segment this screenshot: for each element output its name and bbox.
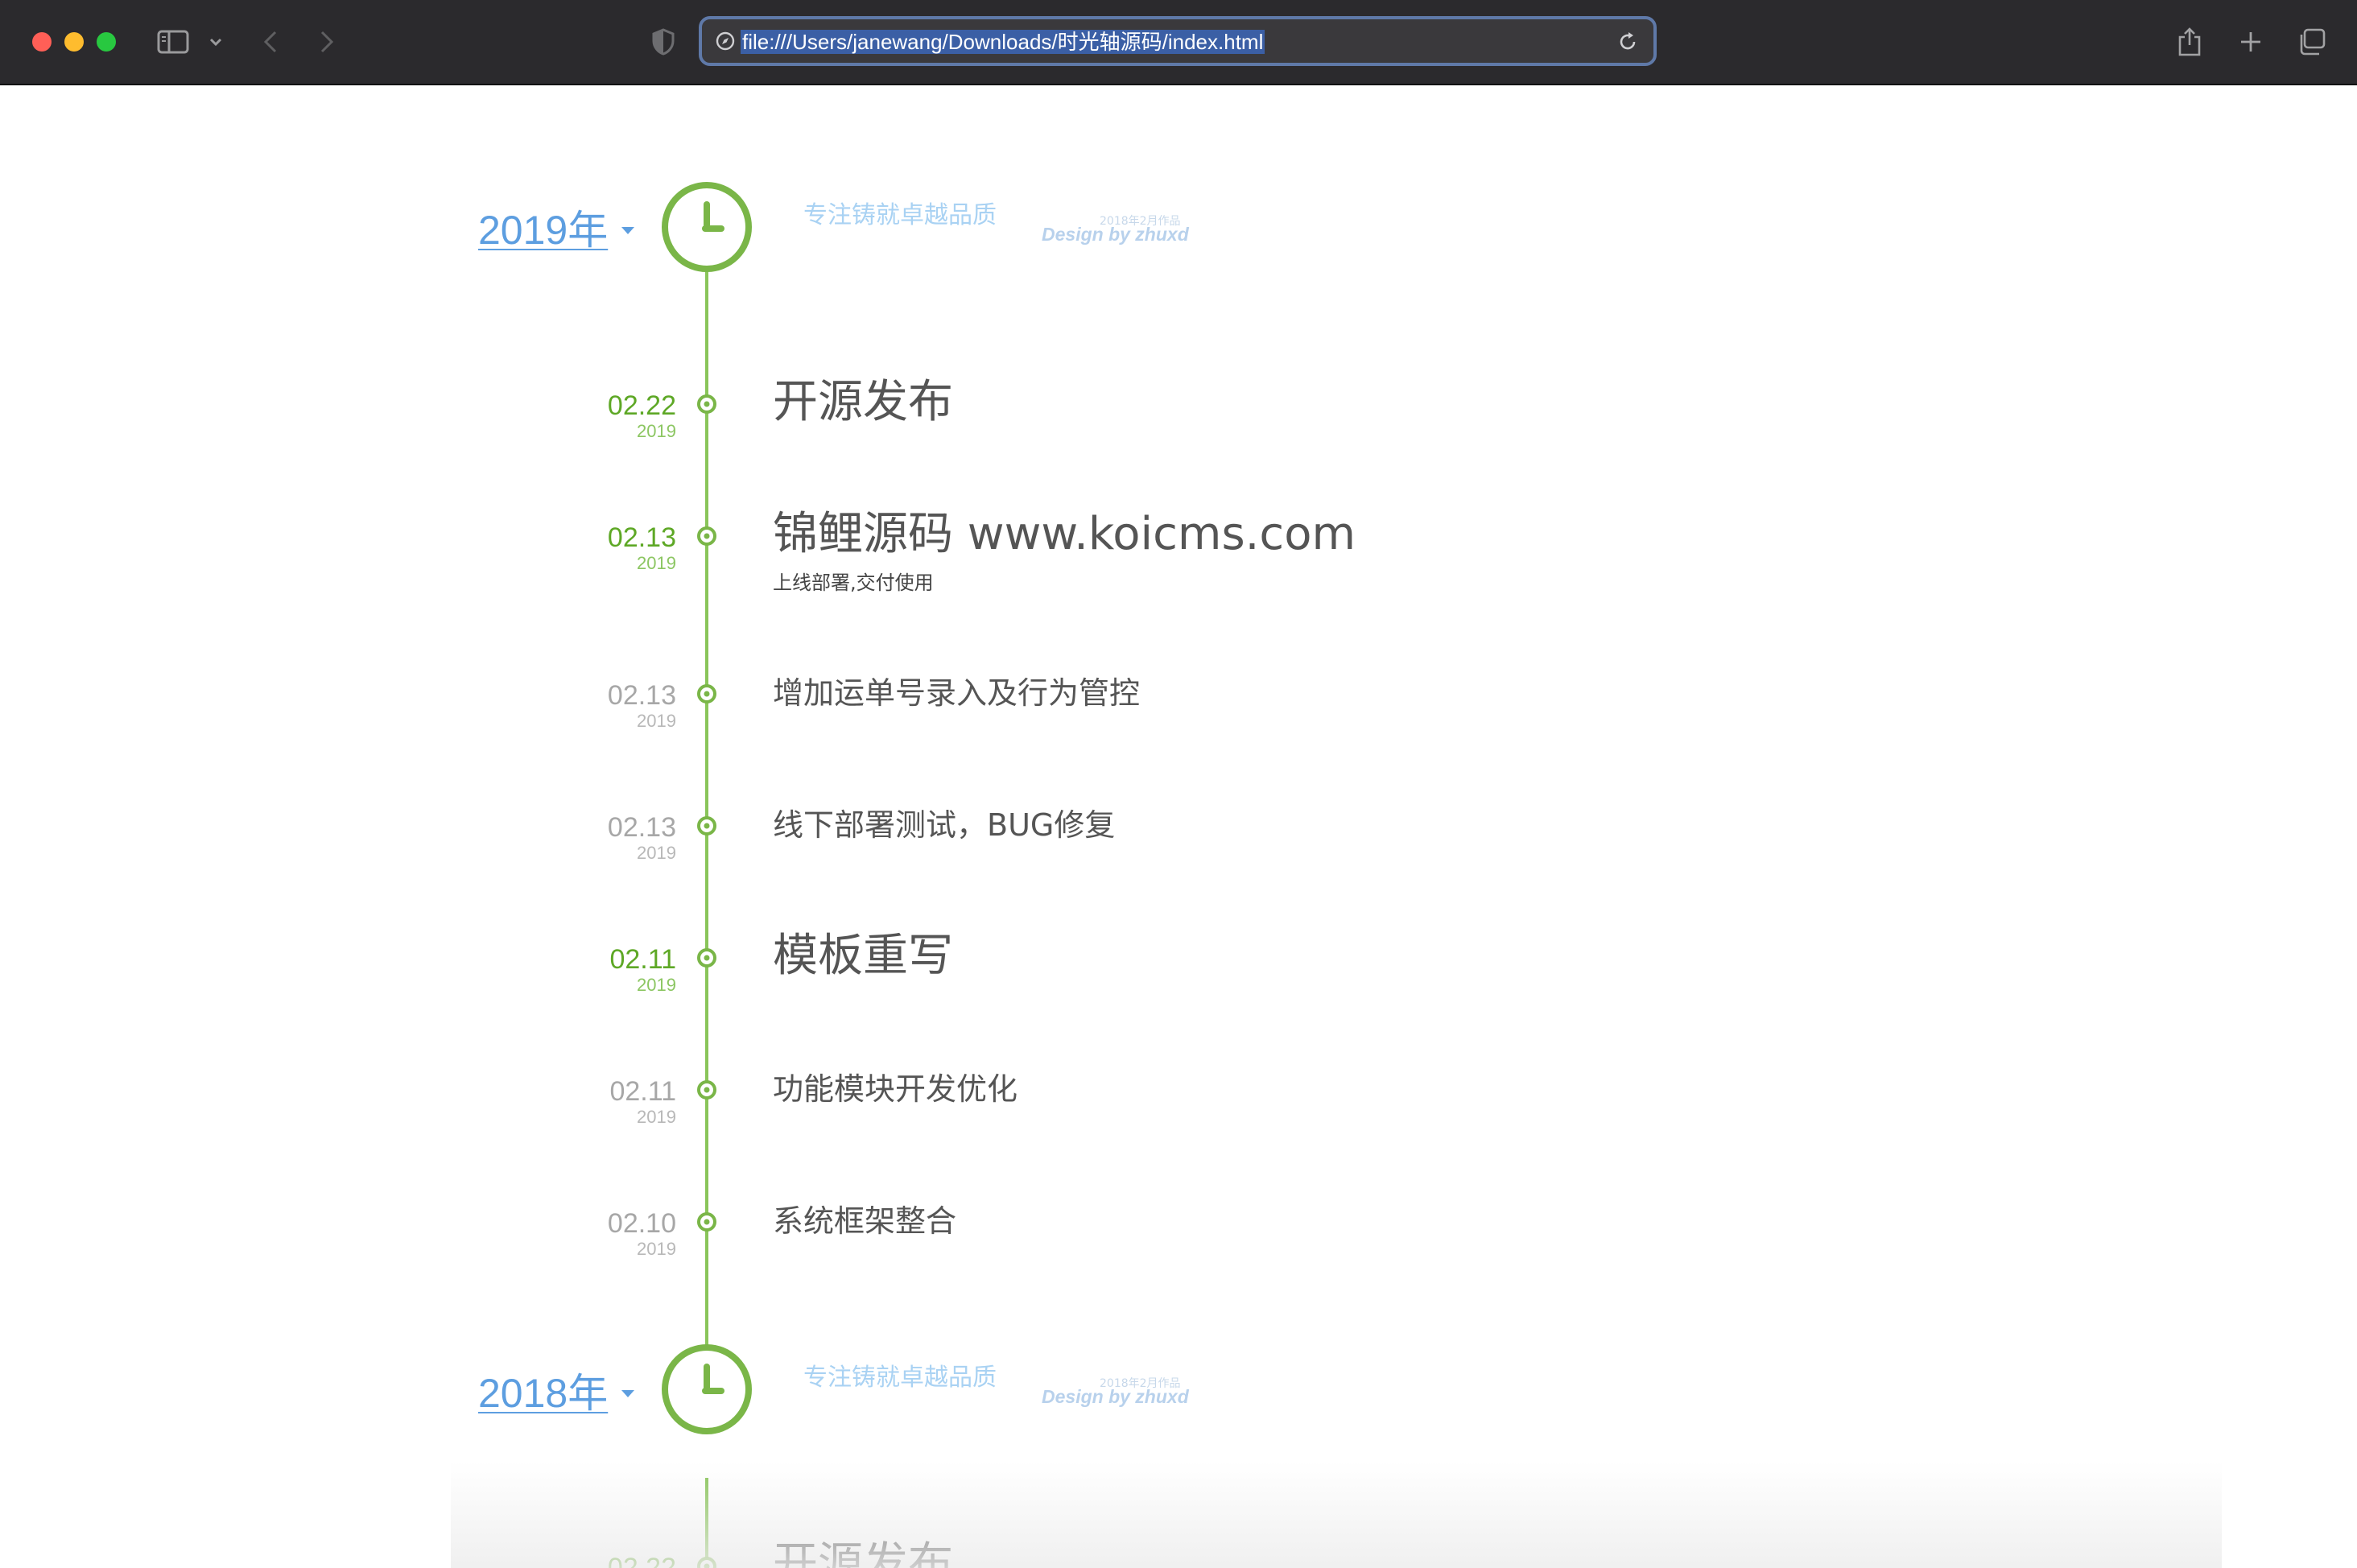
timeline-node-icon [696,525,718,547]
timeline-page: 2019年 专注铸就卓越品质 2018年2月作品 Design by zhuxd… [0,85,2357,1568]
forward-button[interactable] [312,19,341,64]
year-toggle-link[interactable]: 2019年 [478,206,608,254]
timeline-node-icon [696,1555,718,1568]
back-button[interactable] [256,19,285,64]
forward-arrow-icon [319,29,335,55]
event-year: 2019 [637,975,676,995]
reload-icon[interactable] [1616,31,1639,56]
event-year: 2019 [637,711,676,731]
tab-overview-button[interactable] [2294,19,2330,64]
event-year: 2019 [637,1107,676,1127]
compass-icon [715,31,736,55]
event-date: 02.11 [609,944,676,975]
event-title: 功能模块开发优化 [773,1071,1018,1107]
event-subtitle: 上线部署,交付使用 [773,571,934,594]
back-arrow-icon [262,29,279,55]
slogan-text: 专注铸就卓越品质 [803,201,997,229]
event-title: 开源发布 [773,1538,953,1568]
year-toggle-link[interactable]: 2018年 [478,1369,608,1417]
timeline-node-icon [696,815,718,837]
plus-icon [2239,30,2263,54]
close-window-button[interactable] [32,32,52,52]
event-date: 02.13 [607,522,676,553]
timeline-node-icon [696,947,718,969]
timeline-node-icon [696,683,718,705]
event-title: 线下部署测试，BUG修复 [773,807,1116,843]
url-text[interactable]: file:///Users/janewang/Downloads/时光轴源码/i… [741,30,1265,54]
clock-icon [660,180,753,274]
event-date: 02.13 [607,812,676,843]
signature-design: Design by zhuxd [1042,1386,1189,1407]
slogan-text: 专注铸就卓越品质 [803,1364,997,1392]
new-tab-button[interactable] [2235,19,2267,64]
chevron-down-icon [208,37,223,47]
zoom-window-button[interactable] [97,32,116,52]
event-year: 2019 [637,1239,676,1259]
event-title: 模板重写 [773,930,953,982]
privacy-shield-icon [652,28,675,56]
share-button[interactable] [2173,19,2206,64]
caret-down-icon[interactable] [621,1390,634,1397]
minimize-window-button[interactable] [64,32,84,52]
timeline-node-icon [696,393,718,415]
event-date: 02.10 [607,1208,676,1239]
timeline-node-icon [696,1079,718,1101]
event-date: 02.22 [607,390,676,421]
address-bar[interactable]: file:///Users/janewang/Downloads/时光轴源码/i… [699,16,1657,66]
event-title: 增加运单号录入及行为管控 [773,675,1141,711]
browser-toolbar: file:///Users/janewang/Downloads/时光轴源码/i… [0,0,2357,85]
event-title: 系统框架整合 [773,1203,957,1239]
bottom-shadow [451,1462,2222,1568]
sidebar-menu-button[interactable] [206,19,225,64]
event-title: 开源发布 [773,376,953,428]
event-title: 锦鲤源码 www.koicms.com [773,508,1356,560]
privacy-report-button[interactable] [649,19,678,64]
caret-down-icon[interactable] [621,227,634,234]
event-date: 02.11 [609,1076,676,1107]
clock-icon [660,1343,753,1436]
event-year: 2019 [637,421,676,441]
event-date: 02.13 [607,680,676,711]
tabs-icon [2297,27,2327,56]
sidebar-toggle-button[interactable] [153,19,193,64]
timeline-node-icon [696,1211,718,1233]
event-year: 2019 [637,843,676,863]
event-year: 2019 [637,553,676,573]
signature-design: Design by zhuxd [1042,224,1189,245]
event-date: 02.22 [607,1553,676,1568]
sidebar-icon [157,29,189,55]
share-icon [2177,26,2202,58]
